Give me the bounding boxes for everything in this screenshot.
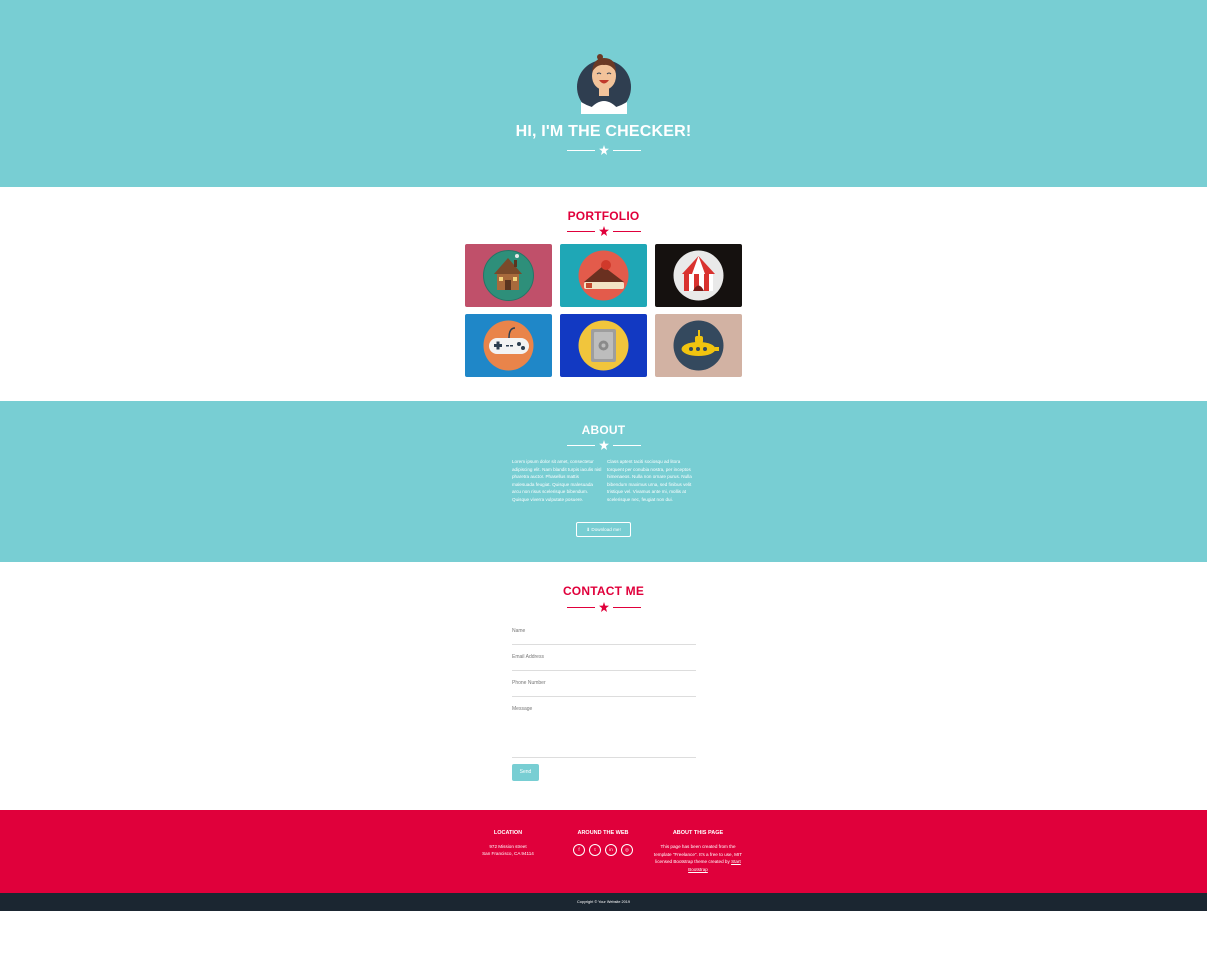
contact-title: CONTACT ME [562,584,645,598]
copyright-bar: Copyright © Your Website 2019 [0,893,1207,911]
cake-icon [560,244,647,307]
portfolio-divider [567,226,641,238]
masthead-title: HI, I'M THE CHECKER! [515,123,692,140]
star-icon [599,602,609,612]
download-label: Download me! [591,527,621,532]
portfolio-item-safe[interactable] [560,314,647,377]
facebook-icon[interactable]: f [573,844,585,856]
about-divider [567,440,641,452]
star-icon [599,440,609,450]
web-heading: AROUND THE WEB [577,830,629,836]
name-field[interactable]: Name [512,628,696,645]
send-button[interactable]: Send [512,764,539,781]
twitter-icon[interactable]: t [589,844,601,856]
download-button[interactable]: ⬇ Download me! [576,522,631,537]
portfolio-item-game[interactable] [465,314,552,377]
phone-field[interactable]: Phone Number [512,680,696,697]
cabin-icon [465,244,552,307]
dribbble-icon[interactable]: ◎ [621,844,633,856]
about-page-text: This page has been created from the temp… [653,843,743,873]
location-heading: LOCATION [493,830,523,836]
portfolio-item-submarine[interactable] [655,314,742,377]
star-icon [599,145,609,155]
about-text-right: Class aptent taciti sociosqu ad litora t… [607,459,692,502]
contact-divider [567,602,641,614]
masthead-divider [567,145,641,157]
portfolio-item-cabin[interactable] [465,244,552,307]
about-text-left: Lorem ipsum dolor sit amet, consectetur … [512,459,602,502]
portfolio-title: PORTFOLIO [567,209,640,223]
about-page-heading: ABOUT THIS PAGE [672,830,724,836]
message-field[interactable]: Message [512,706,696,758]
about-page-description: This page has been created from the temp… [653,844,743,864]
portfolio-item-cake[interactable] [560,244,647,307]
location-line2: San Francisco, CA 94114 [482,851,534,856]
safe-icon [560,314,647,377]
about-title: ABOUT [581,423,626,437]
linkedin-icon[interactable]: in [605,844,617,856]
star-icon [599,226,609,236]
footer: LOCATION 972 Mission street San Francisc… [0,810,1207,893]
submarine-icon [655,314,742,377]
portfolio-item-circus[interactable] [655,244,742,307]
message-label: Message [512,706,533,712]
name-label: Name [512,628,526,634]
avatar-icon [577,54,631,114]
masthead: HI, I'M THE CHECKER! [0,0,1207,187]
email-label: Email Address [512,654,544,660]
phone-label: Phone Number [512,680,546,686]
email-field[interactable]: Email Address [512,654,696,671]
circus-tent-icon [655,244,742,307]
game-controller-icon [465,314,552,377]
